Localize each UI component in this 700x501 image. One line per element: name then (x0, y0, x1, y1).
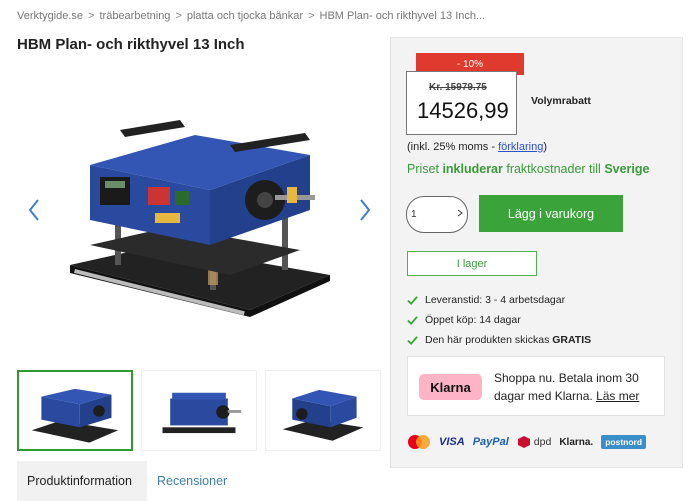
vat-explanation-link[interactable]: förklaring (498, 141, 543, 153)
mastercard-icon (407, 434, 431, 450)
dpd-text: dpd (533, 436, 552, 448)
thumbnail-planer-side-image (162, 392, 242, 433)
old-price: Kr. 15979.75 (429, 82, 487, 93)
vat-suffix: ) (543, 141, 547, 153)
prev-image-button[interactable] (24, 195, 44, 225)
volume-discount-label: Volymrabatt (531, 95, 591, 107)
paypal-logo: PayPal (472, 436, 509, 448)
feature-delivery: Leveranstid: 3 - 4 arbetsdagar (425, 294, 566, 306)
klarna-logo: Klarna (419, 374, 482, 400)
breadcrumb-subcategory[interactable]: platta och tjocka bänkar (187, 10, 303, 22)
klarna-text: Shoppa nu. Betala inom 30 dagar med Klar… (494, 369, 659, 405)
breadcrumb-home[interactable]: Verktygide.se (17, 10, 83, 22)
breadcrumb-separator: > (88, 10, 95, 22)
purchase-panel: - 10% Kr. 15979.75 14526,99 Volymrabatt … (390, 37, 683, 468)
chevron-right-icon (360, 199, 371, 221)
shipping-bold-2: Sverige (604, 162, 650, 176)
tab-reviews[interactable]: Recensioner (147, 461, 237, 501)
feature-free-shipping: Den här produkten skickas GRATIS (425, 334, 592, 346)
visa-logo: VISA (439, 436, 465, 448)
breadcrumb: Verktygide.se > träbearbetning > platta och … (17, 10, 485, 22)
breadcrumb-separator: > (308, 10, 315, 22)
breadcrumb-separator: > (175, 10, 182, 22)
next-image-button[interactable] (355, 195, 375, 225)
shipping-text-1: Priset (407, 162, 443, 176)
vat-prefix: (inkl. 25% moms - (407, 141, 499, 153)
list-item: Leveranstid: 3 - 4 arbetsdagar (407, 290, 591, 310)
thumbnail-3[interactable] (265, 370, 381, 451)
klarna-box: Klarna Shoppa nu. Betala inom 30 dagar m… (407, 356, 665, 416)
list-item: Den här produkten skickas GRATIS (407, 330, 591, 350)
thumbnail-1[interactable] (17, 370, 133, 451)
page-title: HBM Plan- och rikthyvel 13 Inch (17, 36, 245, 53)
feature-list: Leveranstid: 3 - 4 arbetsdagar Öppet köp… (407, 290, 591, 350)
chevron-left-icon (28, 199, 39, 221)
thumbnail-planer-image (31, 388, 119, 443)
breadcrumb-current[interactable]: HBM Plan- och rikthyvel 13 Inch... (320, 10, 486, 22)
shipping-info: Priset inkluderar fraktkostnader till Sv… (407, 162, 649, 176)
quantity-stepper[interactable]: 1 (406, 196, 468, 233)
thumbnail-2[interactable] (141, 370, 257, 451)
vat-info: (inkl. 25% moms - förklaring) (407, 141, 547, 153)
price-box: Kr. 15979.75 14526,99 (406, 71, 517, 135)
quantity-value: 1 (411, 209, 417, 220)
postnord-logo: postnord (601, 435, 647, 449)
check-icon (407, 335, 418, 345)
breadcrumb-category[interactable]: träbearbetning (99, 10, 170, 22)
payment-logos: VISA PayPal dpd Klarna. postnord (407, 434, 647, 450)
planer-machine-illustration (70, 120, 330, 317)
check-icon (407, 315, 418, 325)
tab-product-info[interactable]: Produktinformation (17, 461, 147, 501)
list-item: Öppet köp: 14 dagar (407, 310, 591, 330)
klarna-read-more-link[interactable]: Läs mer (596, 389, 639, 403)
feature-open-purchase: Öppet köp: 14 dagar (425, 314, 521, 326)
shipping-bold-1: inkluderar (442, 162, 503, 176)
main-product-image[interactable] (60, 95, 340, 320)
dpd-cube-icon (517, 436, 530, 448)
klarna-small-logo: Klarna. (559, 436, 594, 448)
thumbnail-list (17, 370, 381, 451)
add-to-cart-button[interactable]: Lägg i varukorg (479, 195, 623, 232)
shipping-text-2: fraktkostnader till (502, 162, 605, 176)
stock-status-badge: I lager (407, 251, 537, 276)
check-icon (407, 295, 418, 305)
product-tabs: Produktinformation Recensioner (17, 461, 237, 501)
thumbnail-planer-angle-image (282, 389, 364, 441)
dpd-logo: dpd (517, 435, 552, 449)
current-price: 14526,99 (417, 98, 509, 123)
quantity-adjust-icon[interactable] (457, 209, 463, 220)
